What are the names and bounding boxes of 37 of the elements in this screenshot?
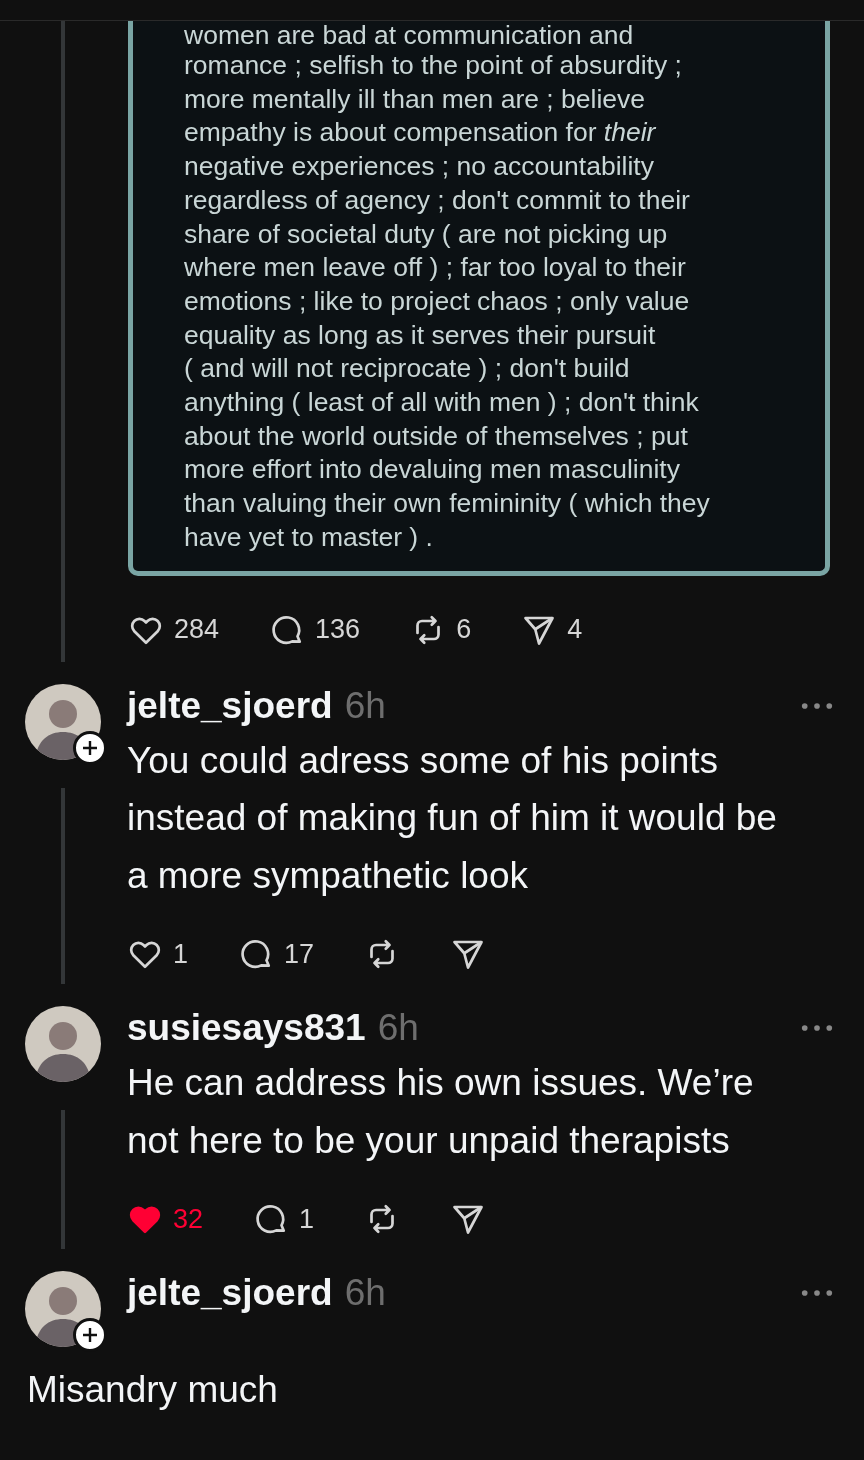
reply-count: 136: [315, 614, 361, 646]
post-text-line: equality as long as it serves their pursuit: [184, 318, 657, 352]
post-text-line: romance ; selfish to the point of absurdity ;: [184, 49, 683, 82]
post-text-line: ( and will not reciprocate ) ; don't build: [184, 352, 631, 386]
username[interactable]: susiesays831: [127, 1007, 366, 1050]
post-text-line: anything ( least of all with men ) ; don't think: [184, 386, 700, 420]
like-count: 284: [174, 614, 220, 646]
post-text-line: share of societal duty ( are not picking up: [184, 217, 669, 251]
reply-text: He can address his own issues. We’re not here to be your unpaid therapists: [127, 1061, 755, 1163]
reply-count: 1: [299, 1203, 315, 1235]
share-count: 4: [567, 614, 583, 646]
post-text-line: where men leave off ) ; far too loyal to their: [184, 251, 687, 285]
post-text-line: women are bad at communication and: [184, 21, 635, 49]
post-text-line: more mentally ill than men are ; believe: [184, 82, 647, 116]
post-text-line: about the world outside of themselves ; put: [184, 419, 689, 453]
post-text-line: more effort into devaluing men masculinity: [184, 453, 681, 487]
reply-text: You could adress some of his points instead of making fun of him it would be a more sympathetic look: [127, 738, 778, 898]
timestamp: 6h: [344, 1272, 386, 1315]
timestamp: 6h: [377, 1007, 419, 1050]
post-text-line: emotions ; like to project chaos ; only value: [184, 284, 691, 318]
like-count: 1: [173, 938, 189, 970]
more-icon[interactable]: [800, 700, 834, 711]
post-text-line: have yet to master ) .: [184, 520, 434, 554]
username[interactable]: jelte_sjoerd: [127, 1272, 333, 1315]
reply-text: Misandry much: [26, 1368, 279, 1413]
repost-count: 6: [456, 614, 472, 646]
follow-plus-icon[interactable]: [73, 730, 107, 765]
post-text-line: empathy is about compensation for their: [184, 116, 657, 150]
timestamp: 6h: [344, 684, 386, 727]
like-count: 32: [173, 1203, 204, 1235]
username[interactable]: jelte_sjoerd: [127, 684, 333, 727]
post-text-line: regardless of agency ; don't commit to their: [184, 183, 691, 217]
more-icon[interactable]: [800, 1288, 834, 1299]
post-text-line: negative experiences ; no accountability: [184, 150, 655, 184]
reply-count: 17: [284, 938, 315, 970]
post-text-line: than valuing their own femininity ( which they: [184, 487, 711, 521]
more-icon[interactable]: [800, 1023, 834, 1034]
